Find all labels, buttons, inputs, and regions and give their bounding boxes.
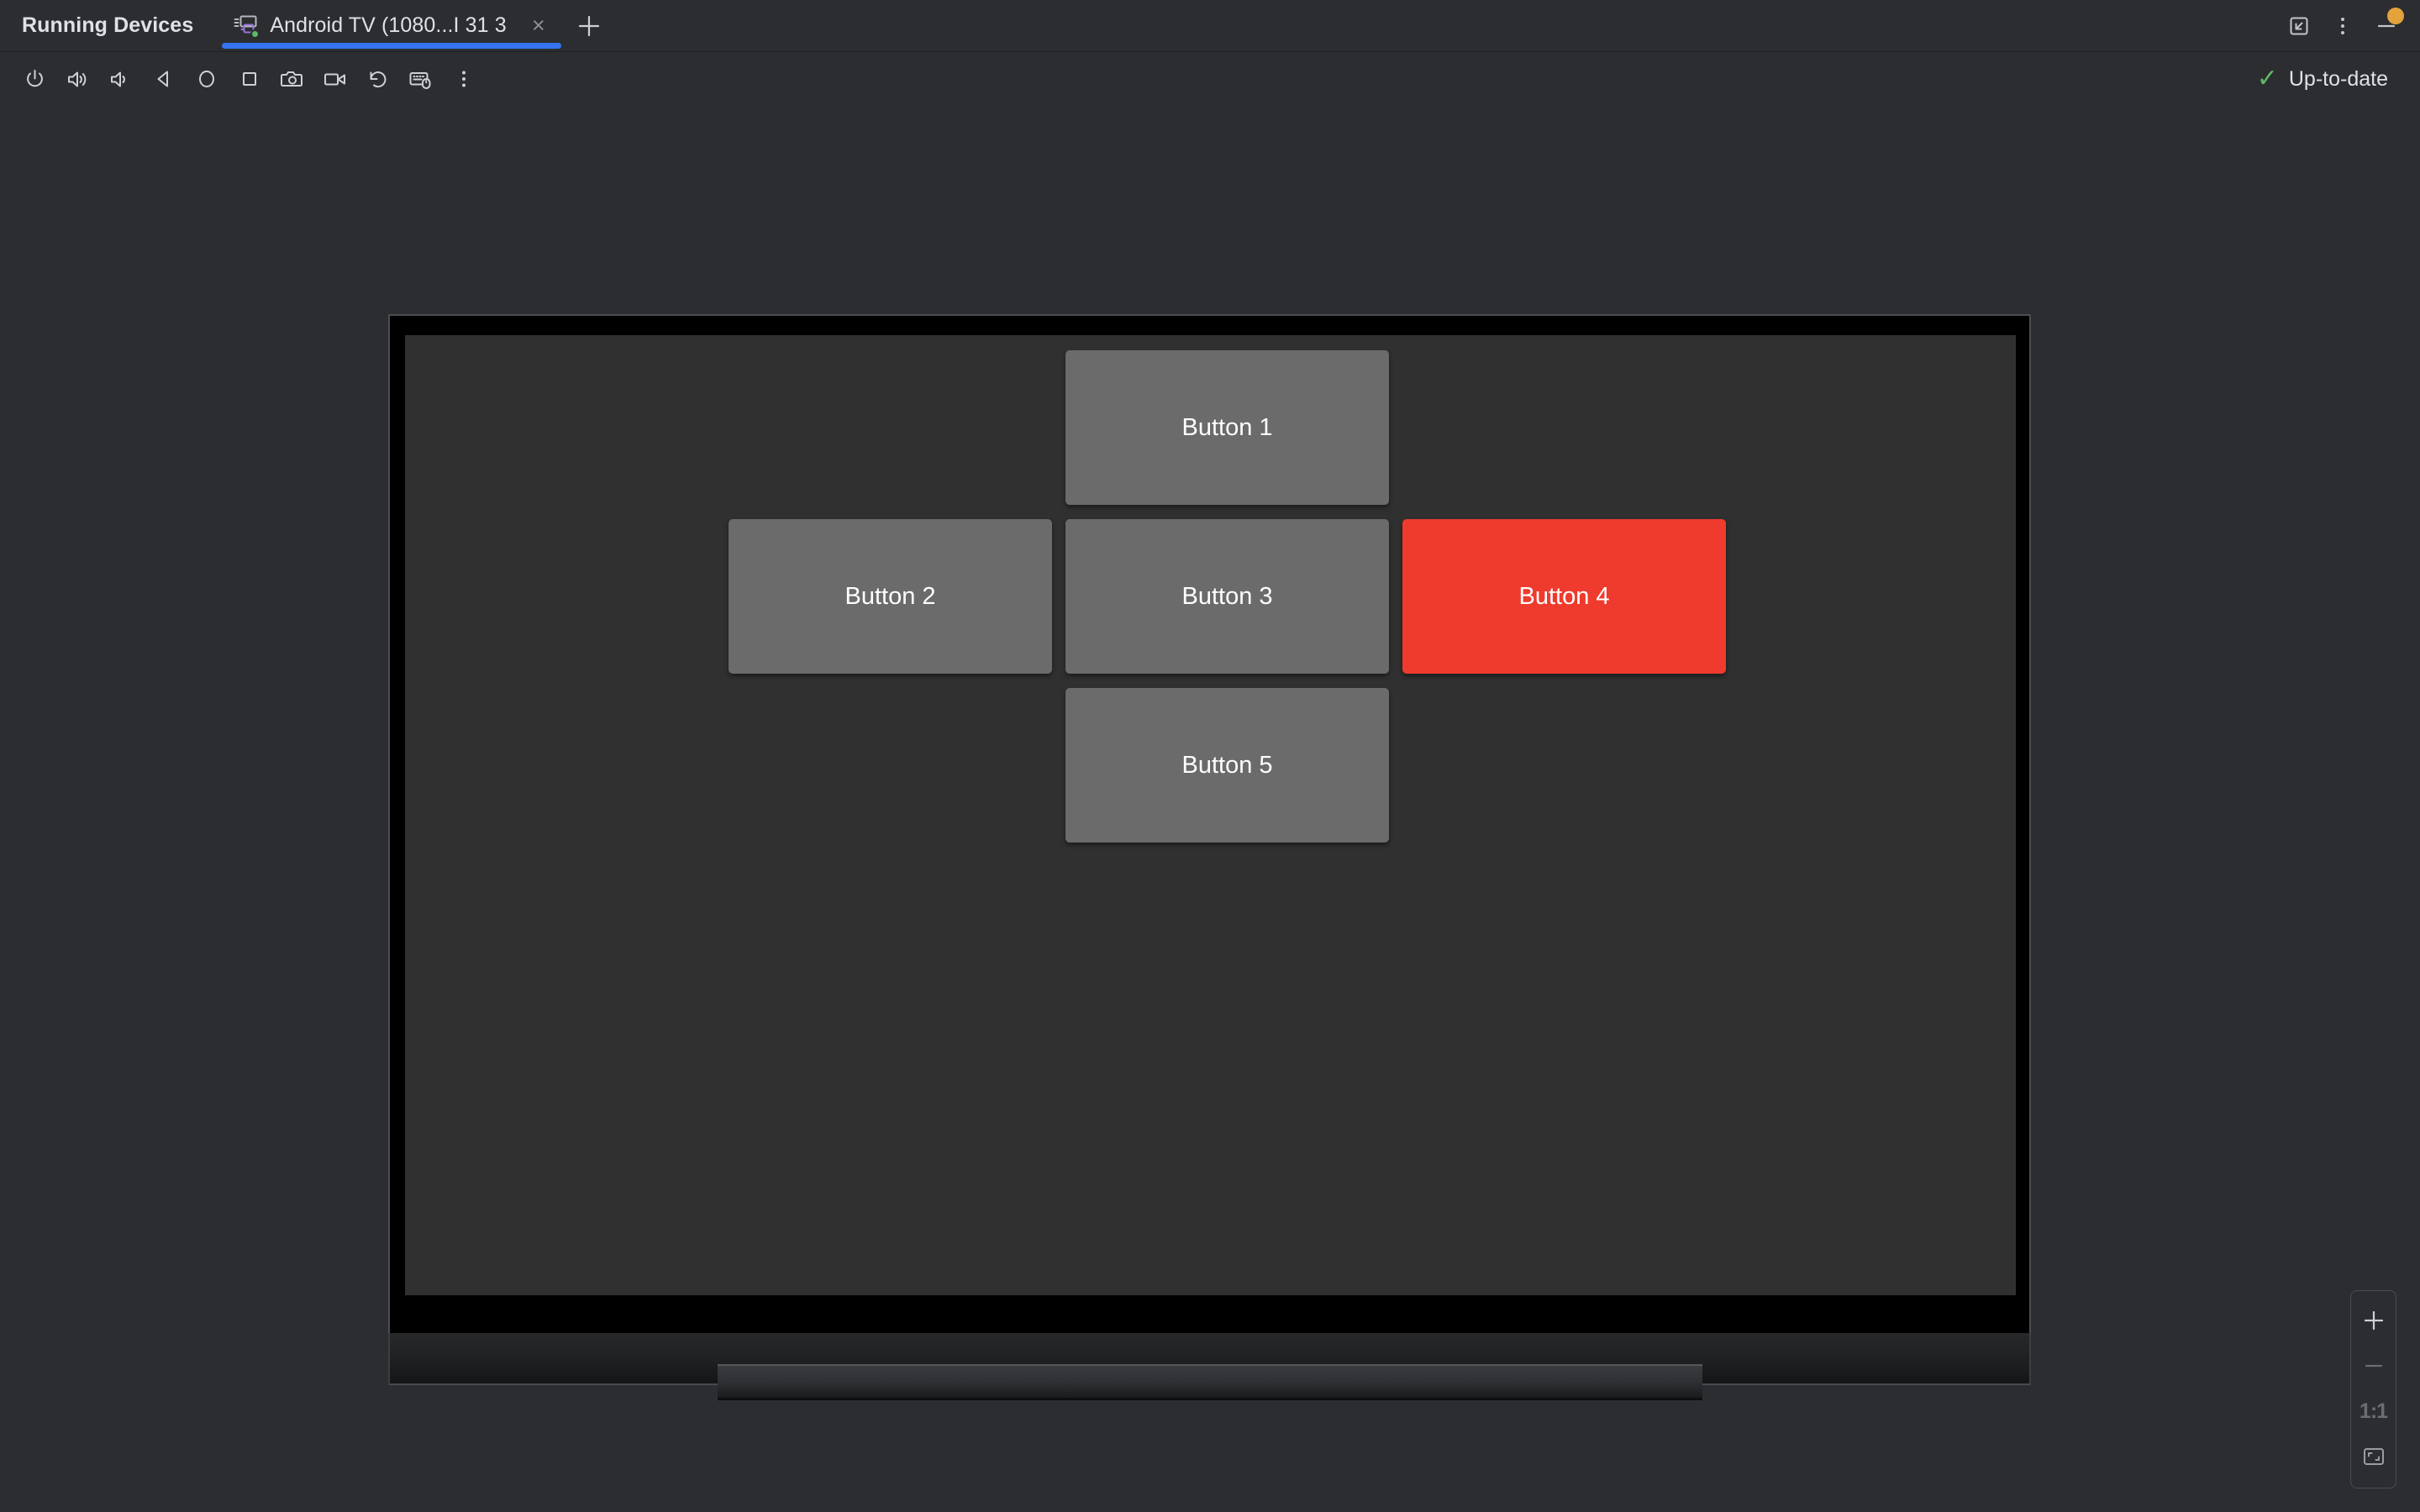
volume-up-icon[interactable] [56, 58, 99, 101]
overview-square-icon[interactable] [228, 58, 271, 101]
app-button-label: Button 5 [1181, 751, 1273, 779]
app-button-1[interactable]: Button 1 [1065, 350, 1389, 505]
fit-screen-icon[interactable] [2350, 1434, 2396, 1479]
zoom-ratio-label: 1:1 [2359, 1399, 2388, 1423]
zoom-out-button[interactable] [2350, 1343, 2396, 1389]
app-button-2[interactable]: Button 2 [729, 519, 1052, 674]
video-camera-icon[interactable] [313, 58, 356, 101]
zoom-controls-panel: 1:1 [2350, 1290, 2396, 1488]
app-button-grid: Button 1 Button 2 Button 3 Button 4 Button 5 [405, 335, 2016, 1295]
app-button-label: Button 2 [844, 582, 936, 610]
status-label: Up-to-date [2288, 66, 2388, 91]
device-running-indicator [250, 29, 260, 39]
zoom-in-button[interactable] [2350, 1298, 2396, 1343]
tab-android-tv[interactable]: Android TV (1080...I 31 3 × [222, 0, 561, 52]
volume-down-icon[interactable] [99, 58, 142, 101]
tab-strip: Android TV (1080...I 31 3 × [222, 0, 604, 52]
more-vertical-icon[interactable] [442, 58, 485, 101]
emulator-canvas[interactable]: Button 1 Button 2 Button 3 Button 4 Button 5… [0, 105, 2420, 1512]
more-vertical-icon[interactable] [2321, 4, 2365, 48]
check-icon: ✓ [2256, 65, 2278, 92]
tv-bezel: Button 1 Button 2 Button 3 Button 4 Button 5 [388, 314, 2031, 1333]
camera-icon[interactable] [271, 58, 313, 101]
back-triangle-icon[interactable] [142, 58, 185, 101]
app-button-4[interactable]: Button 4 [1402, 519, 1726, 674]
rotate-counterclockwise-icon[interactable] [356, 58, 399, 101]
close-icon[interactable]: × [526, 13, 551, 39]
power-icon[interactable] [13, 58, 56, 101]
keyboard-mouse-icon[interactable] [399, 58, 442, 101]
page-title: Running Devices [22, 13, 194, 37]
app-button-5[interactable]: Button 5 [1065, 688, 1389, 843]
tab-active-underline [222, 42, 561, 49]
app-button-label: Button 3 [1181, 582, 1273, 610]
tab-label: Android TV (1080...I 31 3 [270, 13, 507, 37]
plus-icon[interactable] [573, 10, 605, 42]
home-circle-icon[interactable] [185, 58, 228, 101]
device-screen[interactable]: Button 1 Button 2 Button 3 Button 4 Button 5 [405, 335, 2016, 1295]
device-toolbar: ✓ Up-to-date [0, 53, 2420, 105]
notification-indicator [2387, 7, 2404, 24]
header-controls [2277, 0, 2420, 52]
android-tv-device-frame: Button 1 Button 2 Button 3 Button 4 Button 5 [388, 314, 2031, 1400]
tool-window-header: Running Devices Android TV (1080...I 31 … [0, 0, 2420, 52]
device-tv-icon [234, 15, 260, 39]
app-button-label: Button 1 [1181, 413, 1273, 441]
tv-stand [718, 1364, 1702, 1400]
status-badge: ✓ Up-to-date [2257, 66, 2388, 92]
zoom-actual-size-button[interactable]: 1:1 [2350, 1389, 2396, 1434]
collapse-arrow-icon[interactable] [2277, 4, 2321, 48]
app-button-3[interactable]: Button 3 [1065, 519, 1389, 674]
app-button-label: Button 4 [1518, 582, 1610, 610]
